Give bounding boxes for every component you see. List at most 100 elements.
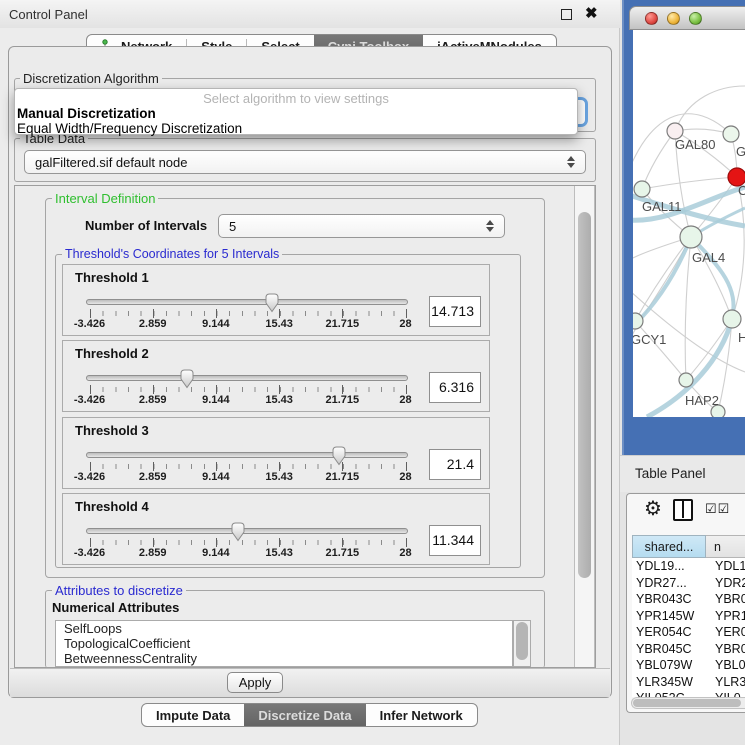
cell-name[interactable]: YBR0 bbox=[706, 591, 745, 608]
slider-major-tick bbox=[342, 309, 343, 318]
cell-shared-name[interactable]: YPR145W bbox=[632, 608, 706, 625]
slider-major-tick bbox=[279, 538, 280, 547]
cell-name[interactable]: YPR1 bbox=[706, 608, 745, 625]
slider-major-tick bbox=[216, 462, 217, 471]
table-row[interactable]: YBL079WYBL0 bbox=[632, 657, 745, 674]
slider-major-tick bbox=[90, 309, 91, 318]
attributes-scrollbar-thumb[interactable] bbox=[516, 622, 528, 660]
list-item[interactable]: BetweennessCentrality bbox=[56, 651, 512, 666]
slider-handle[interactable] bbox=[229, 521, 247, 543]
cell-shared-name[interactable]: YBR043C bbox=[632, 591, 706, 608]
cell-name[interactable]: YBR0 bbox=[706, 641, 745, 658]
close-traffic-light[interactable] bbox=[645, 12, 658, 25]
threshold-slider-track[interactable] bbox=[86, 375, 408, 381]
slider-major-tick bbox=[153, 385, 154, 394]
cell-name[interactable]: YLR3 bbox=[706, 674, 745, 691]
cell-shared-name[interactable]: YER054C bbox=[632, 624, 706, 641]
cell-name[interactable]: YDL1 bbox=[706, 558, 745, 575]
slider-major-tick bbox=[216, 538, 217, 547]
table-data-combo[interactable]: galFiltered.sif default node bbox=[24, 150, 586, 174]
columns-icon[interactable] bbox=[673, 499, 693, 521]
slider-major-tick bbox=[406, 309, 407, 318]
control-panel-titlebar bbox=[0, 0, 620, 28]
threshold-slider-track[interactable] bbox=[86, 452, 408, 458]
table-row[interactable]: YDR27...YDR2 bbox=[632, 575, 745, 592]
gear-icon[interactable]: ⚙ bbox=[644, 498, 662, 520]
cell-shared-name[interactable]: YBL079W bbox=[632, 657, 706, 674]
slider-tick-label: -3.426 bbox=[60, 471, 120, 483]
threshold-value-field[interactable]: 11.344 bbox=[429, 525, 481, 556]
bottom-tab-bar: Impute Data Discretize Data Infer Networ… bbox=[141, 703, 478, 727]
tab-discretize-data[interactable]: Discretize Data bbox=[244, 704, 365, 726]
slider-major-tick bbox=[406, 462, 407, 471]
tab-impute-data[interactable]: Impute Data bbox=[142, 704, 244, 726]
interval-definition-label: Interval Definition bbox=[52, 191, 158, 206]
node-label: GCY1 bbox=[633, 332, 666, 347]
tab-label: Impute Data bbox=[156, 708, 230, 723]
number-of-intervals-combo[interactable]: 5 bbox=[218, 214, 505, 238]
discretization-algorithm-label: Discretization Algorithm bbox=[20, 71, 162, 86]
horizontal-scrollbar-thumb[interactable] bbox=[633, 699, 741, 707]
cell-name[interactable]: YDR2 bbox=[706, 575, 745, 592]
threshold-slider-track[interactable] bbox=[86, 299, 408, 305]
threshold-value-field[interactable]: 6.316 bbox=[429, 372, 481, 403]
slider-major-tick bbox=[342, 385, 343, 394]
float-window-icon[interactable] bbox=[561, 9, 572, 20]
cell-shared-name[interactable]: YLR345W bbox=[632, 674, 706, 691]
column-header-shared-name[interactable]: shared... bbox=[632, 535, 706, 558]
slider-major-tick bbox=[153, 462, 154, 471]
tab-label: Discretize Data bbox=[258, 708, 351, 723]
table-row[interactable]: YER054CYER0 bbox=[632, 624, 745, 641]
cell-name[interactable]: YBL0 bbox=[706, 657, 745, 674]
cell-shared-name[interactable]: YDR27... bbox=[632, 575, 706, 592]
slider-major-tick bbox=[90, 462, 91, 471]
node-label: GA bbox=[736, 144, 745, 159]
network-canvas[interactable]: GAL80GACGAL11GAL4GCY1HHAP2 bbox=[633, 30, 745, 417]
slider-tick-label: 2.859 bbox=[123, 318, 183, 330]
close-icon[interactable]: ✖ bbox=[585, 4, 598, 22]
threshold-value-field[interactable]: 14.713 bbox=[429, 296, 481, 327]
slider-minor-ticks bbox=[90, 311, 407, 316]
thresholds-title: Threshold's Coordinates for 5 Intervals bbox=[62, 247, 282, 261]
slider-minor-ticks bbox=[90, 464, 407, 469]
table-row[interactable]: YLR345WYLR3 bbox=[632, 674, 745, 691]
slider-handle[interactable] bbox=[178, 368, 196, 390]
cell-shared-name[interactable]: YIL052C bbox=[632, 690, 706, 697]
threshold-3-panel: Threshold 3 -3.4262.8599.14415.4321.7152… bbox=[62, 417, 490, 489]
menu-item-equal-width-frequency[interactable]: Equal Width/Frequency Discretization bbox=[17, 121, 242, 136]
tab-label: Infer Network bbox=[380, 708, 463, 723]
network-window-titlebar[interactable] bbox=[629, 6, 745, 30]
slider-major-tick bbox=[153, 538, 154, 547]
tab-infer-network[interactable]: Infer Network bbox=[366, 704, 477, 726]
slider-tick-label: 9.144 bbox=[186, 471, 246, 483]
slider-major-tick bbox=[216, 309, 217, 318]
node-label: GAL80 bbox=[675, 137, 715, 152]
slider-handle[interactable] bbox=[330, 445, 348, 467]
column-header-name[interactable]: n bbox=[706, 535, 745, 558]
list-item[interactable]: TopologicalCoefficient bbox=[56, 636, 512, 651]
table-row[interactable]: YBR045CYBR0 bbox=[632, 641, 745, 658]
vertical-scrollbar-thumb[interactable] bbox=[578, 212, 591, 578]
cell-name[interactable]: YER0 bbox=[706, 624, 745, 641]
node-label: GAL4 bbox=[692, 250, 725, 265]
slider-tick-label: 28 bbox=[376, 471, 436, 483]
apply-button[interactable]: Apply bbox=[227, 672, 283, 693]
table-row[interactable]: YIL052CYIL0 bbox=[632, 690, 745, 697]
table-row[interactable]: YBR043CYBR0 bbox=[632, 591, 745, 608]
table-row[interactable]: YDL19...YDL1 bbox=[632, 558, 745, 575]
cell-shared-name[interactable]: YDL19... bbox=[632, 558, 706, 575]
checkbox-icons[interactable]: ☑☑ bbox=[705, 501, 730, 517]
cell-shared-name[interactable]: YBR045C bbox=[632, 641, 706, 658]
table-row[interactable]: YPR145WYPR1 bbox=[632, 608, 745, 625]
zoom-traffic-light[interactable] bbox=[689, 12, 702, 25]
cell-name[interactable]: YIL0 bbox=[706, 690, 745, 697]
threshold-value-field[interactable]: 21.4 bbox=[429, 449, 481, 480]
minimize-traffic-light[interactable] bbox=[667, 12, 680, 25]
threshold-slider-track[interactable] bbox=[86, 528, 408, 534]
menu-item-manual-discretization[interactable]: Manual Discretization bbox=[17, 106, 156, 121]
list-item[interactable]: SelfLoops bbox=[56, 621, 512, 636]
threshold-label: Threshold 2 bbox=[75, 346, 149, 361]
algorithm-dropdown-popup: Select algorithm to view settings Manual… bbox=[14, 88, 578, 135]
slider-tick-label: 21.715 bbox=[312, 318, 372, 330]
slider-tick-label: 15.43 bbox=[249, 471, 309, 483]
